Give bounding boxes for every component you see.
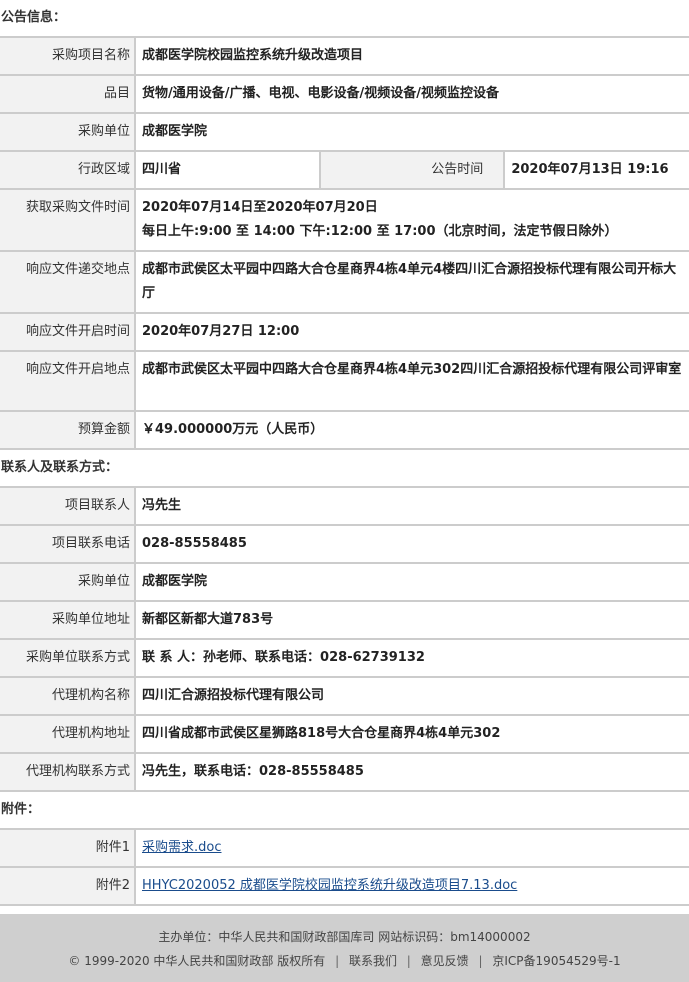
attachment-link[interactable]: HHYC2020052 成都医学院校园监控系统升级改造项目7.13.doc xyxy=(142,878,517,893)
field-value: ￥49.000000万元（人民币） xyxy=(135,411,689,450)
table-row: 采购单位 成都医学院 xyxy=(0,113,689,152)
footer-separator: | xyxy=(335,954,340,968)
attachment-cell: 采购需求.doc xyxy=(135,829,689,868)
field-label: 响应文件开启时间 xyxy=(0,313,136,352)
field-value: 四川省成都市武侯区星狮路818号大合仓星商界4栋4单元302 xyxy=(135,715,689,754)
field-label: 响应文件开启地点 xyxy=(0,351,136,412)
footer-icp-link[interactable]: 京ICP备19054529号-1 xyxy=(492,954,620,968)
field-label: 代理机构地址 xyxy=(0,715,136,754)
section-title-announcement: 公告信息： xyxy=(1,10,67,25)
table-row: 项目联系人 冯先生 xyxy=(0,487,689,526)
field-label: 代理机构联系方式 xyxy=(0,753,136,792)
field-value: 新都区新都大道783号 xyxy=(135,601,689,640)
field-label: 代理机构名称 xyxy=(0,677,136,716)
field-label: 采购项目名称 xyxy=(0,37,136,76)
field-value: 货物/通用设备/广播、电视、电影设备/视频设备/视频监控设备 xyxy=(135,75,689,114)
footer-separator: | xyxy=(478,954,483,968)
attachments-table: 附件1 采购需求.doc 附件2 HHYC2020052 成都医学院校园监控系统… xyxy=(0,828,689,906)
field-value: 2020年07月13日 19:16 xyxy=(504,151,689,190)
table-row: 获取采购文件时间 2020年07月14日至2020年07月20日 每日上午:9:… xyxy=(0,189,689,252)
field-label: 项目联系电话 xyxy=(0,525,136,564)
table-row: 品目 货物/通用设备/广播、电视、电影设备/视频设备/视频监控设备 xyxy=(0,75,689,114)
site-footer: 主办单位：中华人民共和国财政部国库司 网站标识码：bm14000002 © 19… xyxy=(0,914,689,982)
table-row: 代理机构名称 四川汇合源招投标代理有限公司 xyxy=(0,677,689,716)
table-row: 预算金额 ￥49.000000万元（人民币） xyxy=(0,411,689,450)
field-label: 公告时间 xyxy=(318,151,506,190)
footer-contact-link[interactable]: 联系我们 xyxy=(349,954,397,968)
field-label: 采购单位地址 xyxy=(0,601,136,640)
field-value: 2020年07月27日 12:00 xyxy=(135,313,689,352)
table-row: 附件1 采购需求.doc xyxy=(0,829,689,868)
field-label: 获取采购文件时间 xyxy=(0,189,136,252)
field-label: 行政区域 xyxy=(0,151,136,190)
field-value: 冯先生 xyxy=(135,487,689,526)
footer-feedback-link[interactable]: 意见反馈 xyxy=(421,954,469,968)
field-label: 采购单位 xyxy=(0,563,136,602)
table-row: 附件2 HHYC2020052 成都医学院校园监控系统升级改造项目7.13.do… xyxy=(0,867,689,906)
table-row: 采购单位联系方式 联 系 人：孙老师、联系电话：028-62739132 xyxy=(0,639,689,678)
table-row: 项目联系电话 028-85558485 xyxy=(0,525,689,564)
attachment-cell: HHYC2020052 成都医学院校园监控系统升级改造项目7.13.doc xyxy=(135,867,689,906)
section-title-attachments: 附件： xyxy=(1,802,41,817)
table-row: 响应文件递交地点 成都市武侯区太平园中四路大合仓星商界4栋4单元4楼四川汇合源招… xyxy=(0,251,689,314)
field-label: 品目 xyxy=(0,75,136,114)
field-value: 四川省 xyxy=(135,151,320,190)
table-row: 采购项目名称 成都医学院校园监控系统升级改造项目 xyxy=(0,37,689,76)
footer-copyright: © 1999-2020 中华人民共和国财政部 版权所有 xyxy=(68,954,326,968)
table-row: 行政区域 四川省 公告时间 2020年07月13日 19:16 xyxy=(0,151,689,190)
field-value: 四川汇合源招投标代理有限公司 xyxy=(135,677,689,716)
field-label: 预算金额 xyxy=(0,411,136,450)
field-value: 联 系 人：孙老师、联系电话：028-62739132 xyxy=(135,639,689,678)
doc-time-hours: 每日上午:9:00 至 14:00 下午:12:00 至 17:00（北京时间，… xyxy=(142,224,618,239)
table-row: 响应文件开启时间 2020年07月27日 12:00 xyxy=(0,313,689,352)
field-value: 冯先生，联系电话：028-85558485 xyxy=(135,753,689,792)
footer-sponsor: 主办单位：中华人民共和国财政部国库司 网站标识码：bm14000002 xyxy=(158,930,531,944)
doc-time-range: 2020年07月14日至2020年07月20日 xyxy=(142,200,378,215)
table-row: 代理机构联系方式 冯先生，联系电话：028-85558485 xyxy=(0,753,689,792)
field-value: 成都医学院 xyxy=(135,113,689,152)
field-value: 成都市武侯区太平园中四路大合仓星商界4栋4单元4楼四川汇合源招投标代理有限公司开… xyxy=(135,251,689,314)
attachment-label: 附件1 xyxy=(0,829,136,868)
attachment-label: 附件2 xyxy=(0,867,136,906)
table-row: 采购单位 成都医学院 xyxy=(0,563,689,602)
field-value: 成都医学院 xyxy=(135,563,689,602)
field-label: 采购单位 xyxy=(0,113,136,152)
field-value: 2020年07月14日至2020年07月20日 每日上午:9:00 至 14:0… xyxy=(135,189,689,252)
field-value: 成都市武侯区太平园中四路大合仓星商界4栋4单元302四川汇合源招投标代理有限公司… xyxy=(135,351,689,412)
table-row: 响应文件开启地点 成都市武侯区太平园中四路大合仓星商界4栋4单元302四川汇合源… xyxy=(0,351,689,412)
announcement-table: 采购项目名称 成都医学院校园监控系统升级改造项目 品目 货物/通用设备/广播、电… xyxy=(0,36,689,450)
contact-table: 项目联系人 冯先生 项目联系电话 028-85558485 采购单位 成都医学院… xyxy=(0,486,689,792)
table-row: 采购单位地址 新都区新都大道783号 xyxy=(0,601,689,640)
footer-separator: | xyxy=(406,954,411,968)
field-label: 采购单位联系方式 xyxy=(0,639,136,678)
footer-links: © 1999-2020 中华人民共和国财政部 版权所有 | 联系我们 | 意见反… xyxy=(0,952,689,970)
field-value: 成都医学院校园监控系统升级改造项目 xyxy=(135,37,689,76)
field-label: 项目联系人 xyxy=(0,487,136,526)
field-value: 028-85558485 xyxy=(135,525,689,564)
table-row: 代理机构地址 四川省成都市武侯区星狮路818号大合仓星商界4栋4单元302 xyxy=(0,715,689,754)
attachment-link[interactable]: 采购需求.doc xyxy=(142,840,222,855)
section-title-contact: 联系人及联系方式： xyxy=(1,460,119,475)
field-label: 响应文件递交地点 xyxy=(0,251,136,314)
